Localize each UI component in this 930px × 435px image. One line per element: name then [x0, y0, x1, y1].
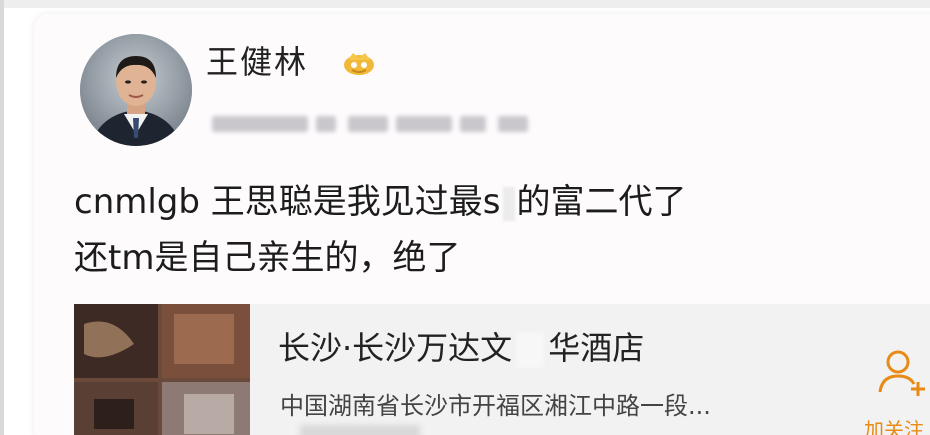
post-meta-blurred — [212, 106, 542, 140]
gold-verified-crown-icon — [344, 53, 374, 75]
bottom-blur — [300, 425, 420, 435]
censor-blur — [516, 332, 545, 368]
location-card[interactable]: 长沙·长沙万达文 华酒店 中国湖南省长沙市开福区湘江中路一段... 加关注 — [74, 304, 930, 435]
location-name-segment: 长沙·长沙万达文 — [278, 329, 513, 367]
censor-blur — [502, 186, 515, 221]
screenshot: 王健林 cnmlgb 王思聪是我见过最s 的富二代了 还tm是自己亲生的，绝了 — [0, 0, 930, 435]
post-card: 王健林 cnmlgb 王思聪是我见过最s 的富二代了 还tm是自己亲生的，绝了 — [34, 14, 930, 435]
location-name[interactable]: 长沙·长沙万达文 华酒店 — [278, 328, 644, 368]
post-body: cnmlgb 王思聪是我见过最s 的富二代了 还tm是自己亲生的，绝了 — [74, 174, 894, 286]
post-line-1: cnmlgb 王思聪是我见过最s 的富二代了 — [74, 174, 894, 230]
location-address: 中国湖南省长沙市开福区湘江中路一段... — [280, 392, 711, 420]
top-strip — [0, 0, 930, 8]
person-avatar-icon — [80, 34, 192, 146]
avatar[interactable] — [80, 34, 192, 146]
left-edge — [0, 0, 4, 435]
follow-button[interactable]: 加关注 — [864, 418, 924, 435]
add-person-icon[interactable] — [874, 344, 930, 400]
username[interactable]: 王健林 — [206, 42, 308, 82]
hotel-photo-icon — [74, 304, 250, 435]
location-name-segment: 华酒店 — [548, 329, 645, 367]
post-text-segment: cnmlgb 王思聪是我见过最s — [74, 182, 501, 222]
post-text-segment: 的富二代了 — [516, 182, 687, 222]
location-thumbnail — [74, 304, 250, 435]
post-line-2: 还tm是自己亲生的，绝了 — [74, 238, 461, 278]
